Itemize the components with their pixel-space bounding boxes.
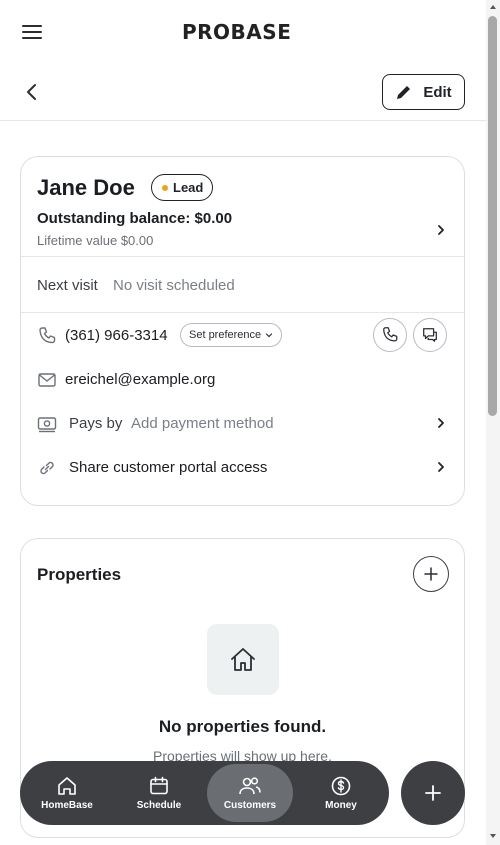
lifetime-value[interactable]: Lifetime value $0.00 <box>37 233 153 248</box>
share-portal-access-link[interactable]: Share customer portal access <box>69 459 267 476</box>
message-button[interactable] <box>413 318 447 352</box>
pays-by-label: Pays by <box>69 415 123 432</box>
scrollbar-thumb[interactable] <box>488 16 497 416</box>
add-property-button[interactable] <box>413 556 449 592</box>
phone-number[interactable]: (361) 966-3314 <box>65 327 168 344</box>
dollar-icon <box>331 776 351 796</box>
properties-title: Properties <box>37 565 122 584</box>
cash-icon <box>37 417 57 433</box>
nav-item-label: Money <box>325 800 357 811</box>
nav-item-label: HomeBase <box>41 800 93 811</box>
house-icon <box>231 647 255 671</box>
bottom-navigation: HomeBase Schedule Customers Money <box>20 761 389 825</box>
scroll-down-arrow-icon[interactable] <box>489 832 497 840</box>
customer-name: Jane Doe <box>37 175 135 200</box>
next-visit-value: No visit scheduled <box>113 277 235 294</box>
share-chevron-right-icon[interactable] <box>434 460 448 474</box>
status-badge-label: Lead <box>173 180 204 195</box>
plus-icon <box>425 785 441 801</box>
scroll-up-arrow-icon[interactable] <box>489 3 497 11</box>
status-dot <box>162 184 168 191</box>
nav-item-money[interactable]: Money <box>298 764 384 822</box>
call-button[interactable] <box>373 318 407 352</box>
top-bar: PROBASE <box>0 0 486 64</box>
set-preference-dropdown[interactable]: Set preference <box>180 323 283 347</box>
payment-chevron-right-icon[interactable] <box>434 416 448 430</box>
empty-state-title: No properties found. <box>158 717 327 736</box>
nav-item-label: Customers <box>223 800 277 811</box>
hamburger-menu-icon[interactable] <box>18 20 46 44</box>
phone-icon <box>383 327 398 342</box>
nav-item-label: Schedule <box>136 800 182 811</box>
mail-icon <box>38 373 56 387</box>
chevron-down-icon <box>266 333 273 338</box>
nav-item-customers[interactable]: Customers <box>207 764 293 822</box>
page-scrollbar[interactable] <box>486 0 500 845</box>
divider <box>21 256 464 257</box>
edit-button[interactable]: Edit <box>382 74 465 110</box>
back-chevron-icon[interactable] <box>20 80 44 104</box>
set-preference-label: Set preference <box>189 329 262 341</box>
home-icon <box>58 777 76 795</box>
status-badge: Lead <box>151 174 214 201</box>
probase-logo[interactable]: PROBASE <box>182 20 291 44</box>
users-icon <box>239 777 261 795</box>
phone-icon <box>39 327 56 344</box>
next-visit-label: Next visit <box>37 277 98 294</box>
calendar-icon <box>150 776 168 795</box>
outstanding-balance[interactable]: Outstanding balance: $0.00 <box>37 210 232 227</box>
add-payment-method-link[interactable]: Add payment method <box>131 415 274 432</box>
divider <box>21 312 464 313</box>
balance-chevron-right-icon[interactable] <box>434 223 448 237</box>
nav-item-schedule[interactable]: Schedule <box>116 764 202 822</box>
create-new-button[interactable] <box>401 761 465 825</box>
edit-button-label: Edit <box>423 83 452 101</box>
detail-header: Edit <box>0 64 486 121</box>
plus-icon <box>424 567 438 581</box>
chat-bubbles-icon <box>423 328 437 342</box>
link-icon <box>40 461 54 475</box>
nav-item-homebase[interactable]: HomeBase <box>24 764 110 822</box>
empty-state-illustration <box>207 624 279 695</box>
email-address[interactable]: ereichel@example.org <box>65 371 215 388</box>
pencil-icon <box>397 86 411 99</box>
customer-card: Jane Doe Lead Outstanding balance: $0.00… <box>20 156 465 506</box>
